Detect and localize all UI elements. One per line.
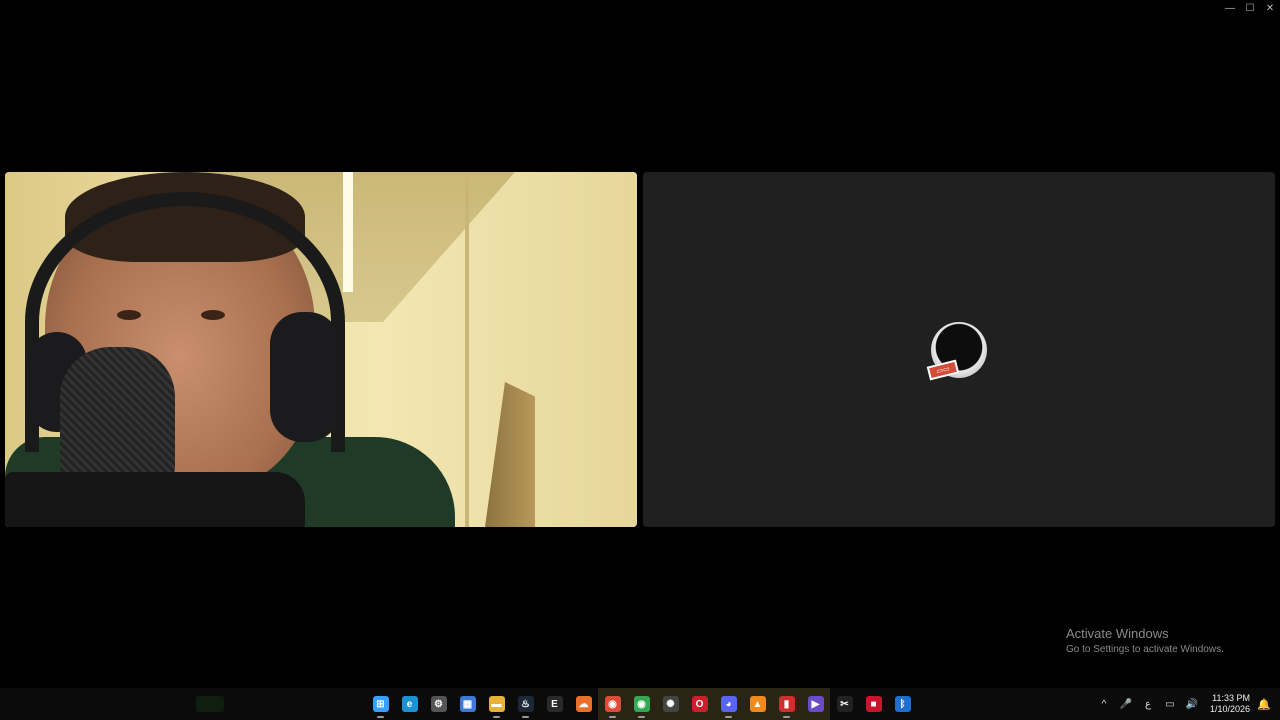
- discord-icon: ◕: [720, 696, 737, 712]
- taskbar-app-chrome-profile[interactable]: ◉: [627, 688, 656, 720]
- windows-start-icon: ⊞: [372, 696, 389, 712]
- watermark-subtitle: Go to Settings to activate Windows.: [1066, 644, 1224, 655]
- taskbar-app-flstudio[interactable]: ▮: [772, 688, 801, 720]
- taskbar-app-microsoft-store[interactable]: ▦: [453, 688, 482, 720]
- chrome-profile-icon: ◉: [633, 696, 650, 712]
- taskbar-app-discord[interactable]: ◕: [714, 688, 743, 720]
- settings-gear-icon: ⚙: [430, 696, 447, 712]
- participant-video-tile[interactable]: ▭▭: [643, 172, 1275, 527]
- taskbar-app-opera[interactable]: O: [685, 688, 714, 720]
- microphone: [60, 347, 175, 487]
- microphone-icon[interactable]: 🎤: [1118, 699, 1134, 710]
- notification-bell-icon[interactable]: 🔔: [1256, 698, 1272, 711]
- tray-chevron-icon[interactable]: ^: [1096, 699, 1112, 710]
- taskbar-app-cloud-app[interactable]: ☁: [569, 688, 598, 720]
- epic-games-icon: E: [546, 696, 563, 712]
- headphone-right-cup: [270, 312, 340, 442]
- steam-icon: ♨: [517, 696, 534, 712]
- maximize-button[interactable]: ☐: [1240, 0, 1260, 16]
- recorder-icon: ■: [865, 696, 882, 712]
- cloud-app-icon: ☁: [575, 696, 592, 712]
- taskbar-app-vlc[interactable]: ▲: [743, 688, 772, 720]
- taskbar-app-steam[interactable]: ♨: [511, 688, 540, 720]
- microsoft-store-icon: ▦: [459, 696, 476, 712]
- taskbar-app-chatgpt[interactable]: ✺: [656, 688, 685, 720]
- taskbar-app-bluetooth-app[interactable]: ᛒ: [888, 688, 917, 720]
- webcam-wall-corner: [465, 172, 469, 527]
- activate-windows-watermark: Activate Windows Go to Settings to activ…: [1066, 626, 1224, 655]
- close-button[interactable]: ✕: [1260, 0, 1280, 16]
- bluetooth-app-icon: ᛒ: [894, 696, 911, 712]
- taskbar-app-file-explorer[interactable]: ▬: [482, 688, 511, 720]
- taskbar-apps: ⊞ e ⚙ ▦ ▬ ♨ E ☁ ◉ ◉ ✺ O ◕ ▲ ▮ ▶ ✂ ■ ᛒ: [366, 688, 917, 720]
- clock-date: 1/10/2026: [1209, 704, 1250, 714]
- taskbar-app-recorder[interactable]: ■: [859, 688, 888, 720]
- edge-icon: e: [401, 696, 418, 712]
- taskbar-app-epic-games[interactable]: E: [540, 688, 569, 720]
- taskbar-app-settings-gear[interactable]: ⚙: [424, 688, 453, 720]
- window-controls: — ☐ ✕: [1220, 0, 1280, 16]
- vlc-icon: ▲: [749, 696, 766, 712]
- taskbar: ⊞ e ⚙ ▦ ▬ ♨ E ☁ ◉ ◉ ✺ O ◕ ▲ ▮ ▶ ✂ ■ ᛒ ^ 🎤 ع ▭ 🔊 11:33 PM 1…: [0, 688, 1280, 720]
- watermark-title: Activate Windows: [1066, 626, 1169, 641]
- widgets-icon[interactable]: [196, 696, 224, 712]
- webcam-video-tile[interactable]: [5, 172, 637, 527]
- opera-icon: O: [691, 696, 708, 712]
- media-player-icon: ▶: [807, 696, 824, 712]
- system-tray: ^ 🎤 ع ▭ 🔊 11:33 PM 1/10/2026 🔔: [1096, 688, 1272, 720]
- network-icon[interactable]: ▭: [1162, 699, 1178, 710]
- taskbar-app-edge[interactable]: e: [395, 688, 424, 720]
- language-indicator[interactable]: ع: [1140, 699, 1156, 710]
- taskbar-app-media-player[interactable]: ▶: [801, 688, 830, 720]
- chatgpt-icon: ✺: [662, 696, 679, 712]
- minimize-button[interactable]: —: [1220, 0, 1240, 16]
- volume-icon[interactable]: 🔊: [1184, 699, 1200, 710]
- file-explorer-icon: ▬: [488, 696, 505, 712]
- chrome-icon: ◉: [604, 696, 621, 712]
- flstudio-icon: ▮: [778, 696, 795, 712]
- taskbar-app-capcut[interactable]: ✂: [830, 688, 859, 720]
- capcut-icon: ✂: [836, 696, 853, 712]
- taskbar-app-windows-start[interactable]: ⊞: [366, 688, 395, 720]
- clock-time: 11:33 PM: [1212, 693, 1250, 703]
- webcam-light: [343, 172, 353, 292]
- microphone-arm: [5, 472, 305, 527]
- clock[interactable]: 11:33 PM 1/10/2026: [1210, 693, 1250, 715]
- taskbar-app-chrome[interactable]: ◉: [598, 688, 627, 720]
